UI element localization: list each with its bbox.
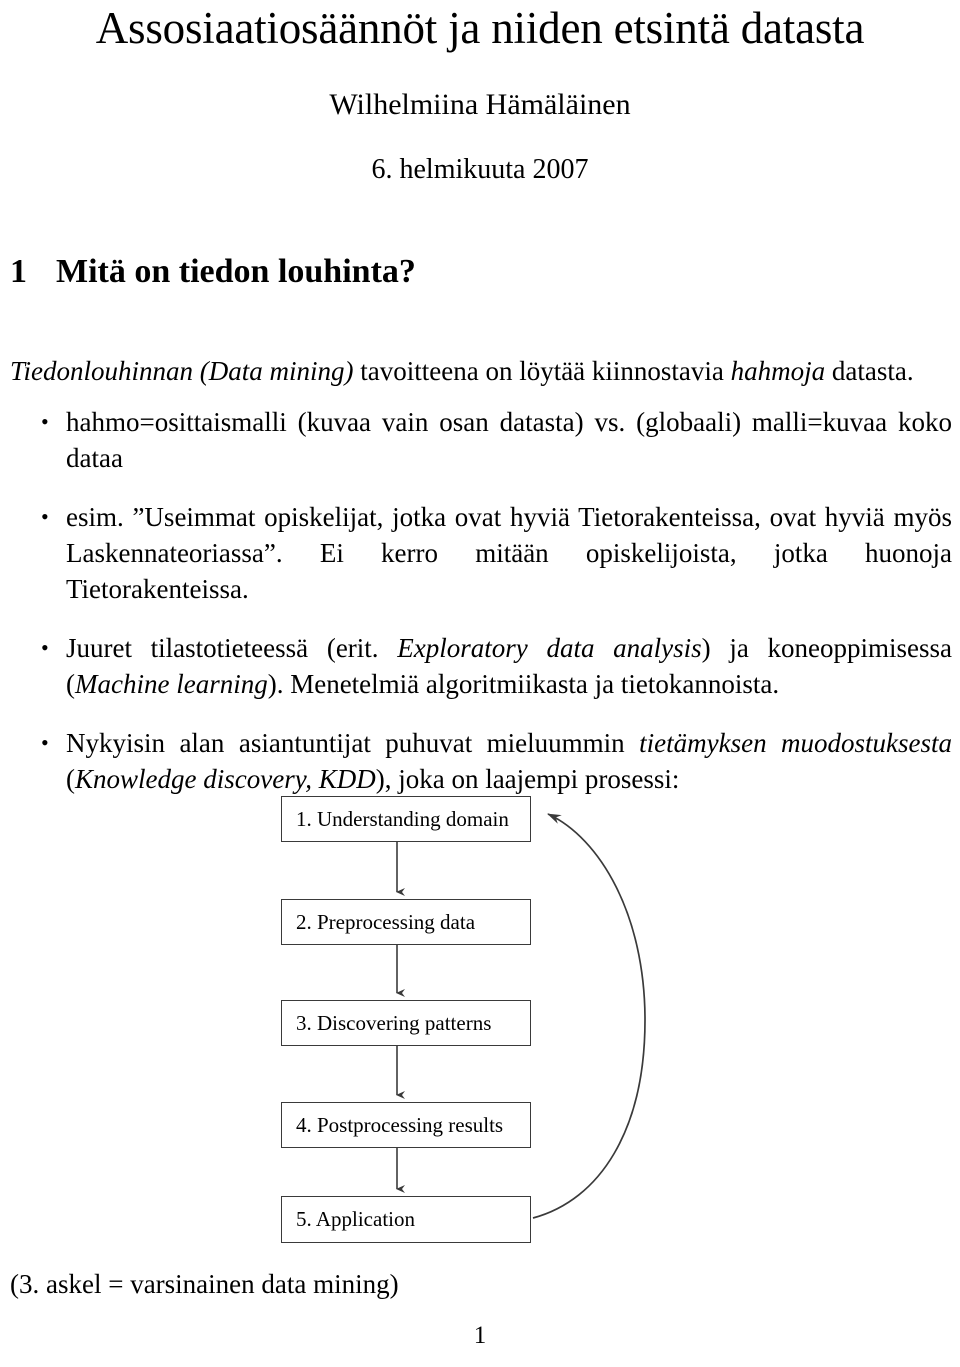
closing-note: (3. askel = varsinainen data mining) <box>10 1269 399 1299</box>
list-item: • esim. ”Useimmat opiskelijat, jotka ovat… <box>10 499 952 607</box>
flow-step-5[interactable]: 5. Application <box>281 1196 531 1243</box>
intro-tail-text: datasta. <box>825 356 914 386</box>
intro-italic-tail: hahmoja <box>730 356 826 386</box>
document-author: Wilhelmiina Hämäläinen <box>329 88 631 121</box>
flow-step-3[interactable]: 3. Discovering patterns <box>281 1000 531 1046</box>
document-date: 6. helmikuuta 2007 <box>371 154 589 185</box>
page-title: Assosiaatiosäännöt ja niiden etsintä dat… <box>95 3 865 53</box>
bullet-dot-icon: • <box>41 635 49 660</box>
list-item: • Nykyisin alan asiantuntijat puhuvat mie… <box>10 725 952 797</box>
flow-step-label: 1. Understanding domain <box>296 806 509 831</box>
flow-step-label: 5. Application <box>296 1207 415 1231</box>
list-item-text-post: ). Menetelmiä algoritmiikasta ja tietoka… <box>267 669 780 699</box>
feedback-arrow-5-to-1 <box>532 813 646 1219</box>
flow-step-4[interactable]: 4. Postprocessing results <box>281 1102 531 1148</box>
bullet-dot-icon: • <box>41 730 49 755</box>
section-heading: 1 Mitä on tiedon louhinta? <box>10 252 950 291</box>
flow-step-2[interactable]: 2. Preprocessing data <box>281 899 531 945</box>
list-item-text: esim. ”Useimmat opiskelijat, jotka ovat … <box>66 502 952 604</box>
section-number: 1 <box>10 253 27 290</box>
flow-step-1[interactable]: 1. Understanding domain <box>281 796 531 842</box>
intro-paren-italic: (Data mining) <box>199 356 354 386</box>
list-item-italic-1: tietämyksen muodostuksesta <box>639 728 952 758</box>
flow-step-label: 2. Preprocessing data <box>296 909 476 934</box>
intro-italic-lead: Tiedonlouhinnan <box>10 356 194 386</box>
intro-paragraph: Tiedonlouhinnan (Data mining) tavoitteen… <box>10 353 952 389</box>
flow-step-label: 3. Discovering patterns <box>296 1010 492 1035</box>
intro-mid-text: tavoitteena on löytää kiinnostavia <box>353 356 731 386</box>
kdd-process-flowchart: 1. Understanding domain 2. Preprocessing… <box>0 790 960 1260</box>
list-item-text-pre: Nykyisin alan asiantuntijat puhuvat miel… <box>66 728 640 758</box>
document-page: Assosiaatiosäännöt ja niiden etsintä dat… <box>0 0 960 1367</box>
section-title: Mitä on tiedon louhinta? <box>56 253 416 290</box>
list-item: • hahmo=osittaismalli (kuvaa vain osan da… <box>10 404 952 476</box>
flow-step-label: 4. Postprocessing results <box>296 1112 504 1137</box>
bullet-dot-icon: • <box>41 409 49 434</box>
list-item-italic-2: Machine learning <box>75 669 268 699</box>
list-item-italic-1: Exploratory data analysis <box>397 633 702 663</box>
list-item: • Juuret tilastotieteessä (erit. Explorat… <box>10 630 952 702</box>
list-item-text-pre: Juuret tilastotieteessä (erit. <box>66 633 398 663</box>
bullet-dot-icon: • <box>41 504 49 529</box>
page-number: 1 <box>473 1322 487 1349</box>
list-item-text: hahmo=osittaismalli (kuvaa vain osan dat… <box>66 407 952 473</box>
bullet-list: • hahmo=osittaismalli (kuvaa vain osan da… <box>10 404 952 797</box>
